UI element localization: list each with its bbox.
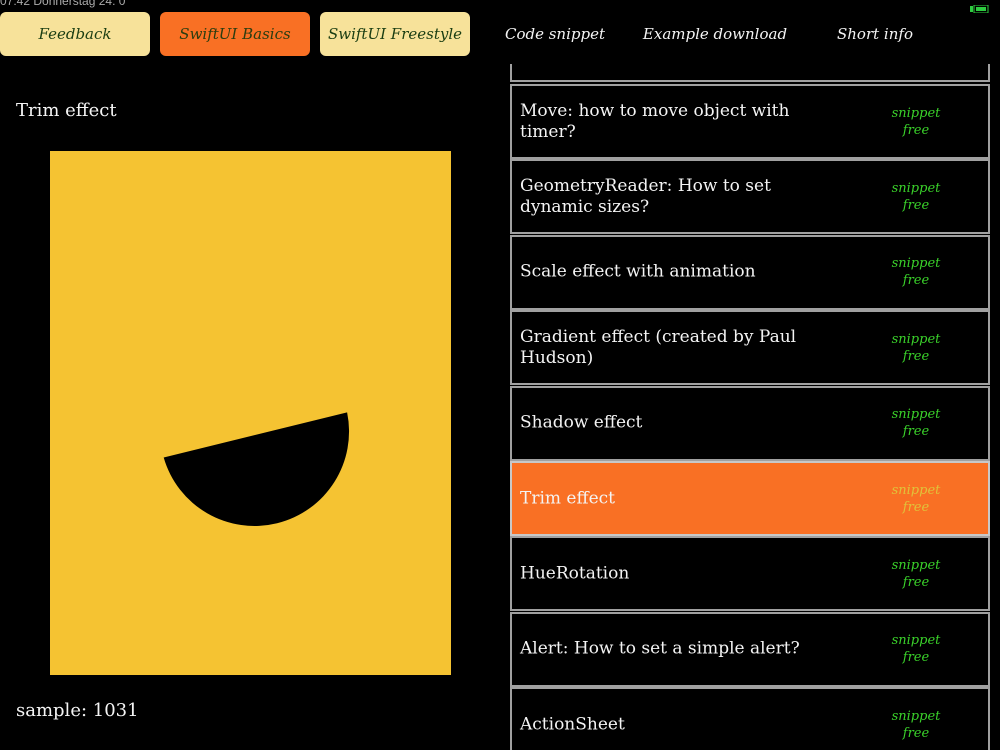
badge-snippet-label: snippet [891, 256, 941, 272]
badge-free-label: free [902, 348, 930, 364]
badge-free-label: free [902, 725, 930, 741]
top-navigation: Feedback SwiftUI Basics SwiftUI Freestyl… [0, 12, 1000, 58]
list-item-badge: snippet free [886, 255, 946, 289]
app-screen: 07:42 Donnerstag 24. 0 Feedback SwiftUI … [0, 0, 1000, 750]
short-info-button[interactable]: Short info [800, 12, 950, 56]
badge-free-label: free [902, 424, 930, 440]
badge-free-label: free [902, 499, 930, 515]
list-item[interactable]: Shadow effect snippet free [510, 385, 990, 461]
list-item-badge: snippet free [886, 708, 946, 742]
list-item-title: Alert: How to set a simple alert? [520, 638, 800, 659]
list-item[interactable]: Move: how to move object with timer? snip… [510, 84, 990, 159]
swiftui-freestyle-tab[interactable]: SwiftUI Freestyle [320, 12, 470, 56]
list-item[interactable]: Alert: How to set a simple alert? snippet… [510, 611, 990, 687]
list-item-badge: snippet free [886, 406, 946, 440]
list-item-badge: snippet free [886, 105, 946, 139]
badge-snippet-label: snippet [891, 482, 941, 498]
badge-free-label: free [902, 273, 930, 289]
list-item-title: Shadow effect [520, 412, 643, 433]
badge-snippet-label: snippet [891, 633, 941, 649]
list-item-badge: snippet free [886, 632, 946, 666]
list-item-title: Scale effect with animation [520, 261, 756, 282]
status-bar-text: 07:42 Donnerstag 24. 0 [0, 0, 126, 8]
badge-free-label: free [902, 197, 930, 213]
badge-free-label: free [902, 574, 930, 590]
list-item[interactable]: Gradient effect (created by Paul Hudson)… [510, 310, 990, 386]
list-item[interactable]: GeometryReader: How to set dynamic sizes… [510, 159, 990, 235]
list-item-title: Trim effect [520, 488, 615, 508]
list-item-badge: snippet free [886, 482, 946, 516]
badge-snippet-label: snippet [891, 331, 941, 347]
badge-snippet-label: snippet [891, 105, 941, 121]
code-snippet-button[interactable]: Code snippet [480, 12, 630, 56]
list-item[interactable]: Trim effect snippet free [510, 461, 990, 536]
list-item[interactable]: HueRotation snippet free [510, 536, 990, 612]
badge-snippet-label: snippet [891, 180, 941, 196]
list-item-title: GeometryReader: How to set dynamic sizes… [520, 175, 771, 217]
list-item-badge: snippet free [886, 331, 946, 365]
swiftui-basics-tab[interactable]: SwiftUI Basics [160, 12, 310, 56]
list-item-badge: snippet free [886, 557, 946, 591]
example-download-button[interactable]: Example download [640, 12, 790, 56]
badge-snippet-label: snippet [891, 407, 941, 423]
list-top-edge [510, 64, 990, 82]
list-item-title: HueRotation [520, 563, 630, 584]
feedback-button[interactable]: Feedback [0, 12, 150, 56]
list-item[interactable]: Scale effect with animation snippet free [510, 234, 990, 310]
page-title: Trim effect [16, 100, 117, 121]
trimmed-circle-shape [163, 412, 350, 526]
badge-snippet-label: snippet [891, 708, 941, 724]
trim-effect-canvas [50, 151, 451, 675]
list-item-badge: snippet free [886, 180, 946, 214]
list-item-title: Move: how to move object with timer? [520, 100, 790, 142]
list-item-title: ActionSheet [520, 714, 625, 735]
badge-free-label: free [902, 650, 930, 666]
snippet-list[interactable]: Move: how to move object with timer? snip… [510, 64, 990, 750]
sample-counter: sample: 1031 [16, 700, 139, 721]
list-item-title: Gradient effect (created by Paul Hudson) [520, 326, 797, 368]
badge-snippet-label: snippet [891, 557, 941, 573]
list-item[interactable]: ActionSheet snippet free [510, 687, 990, 750]
badge-free-label: free [902, 122, 930, 138]
